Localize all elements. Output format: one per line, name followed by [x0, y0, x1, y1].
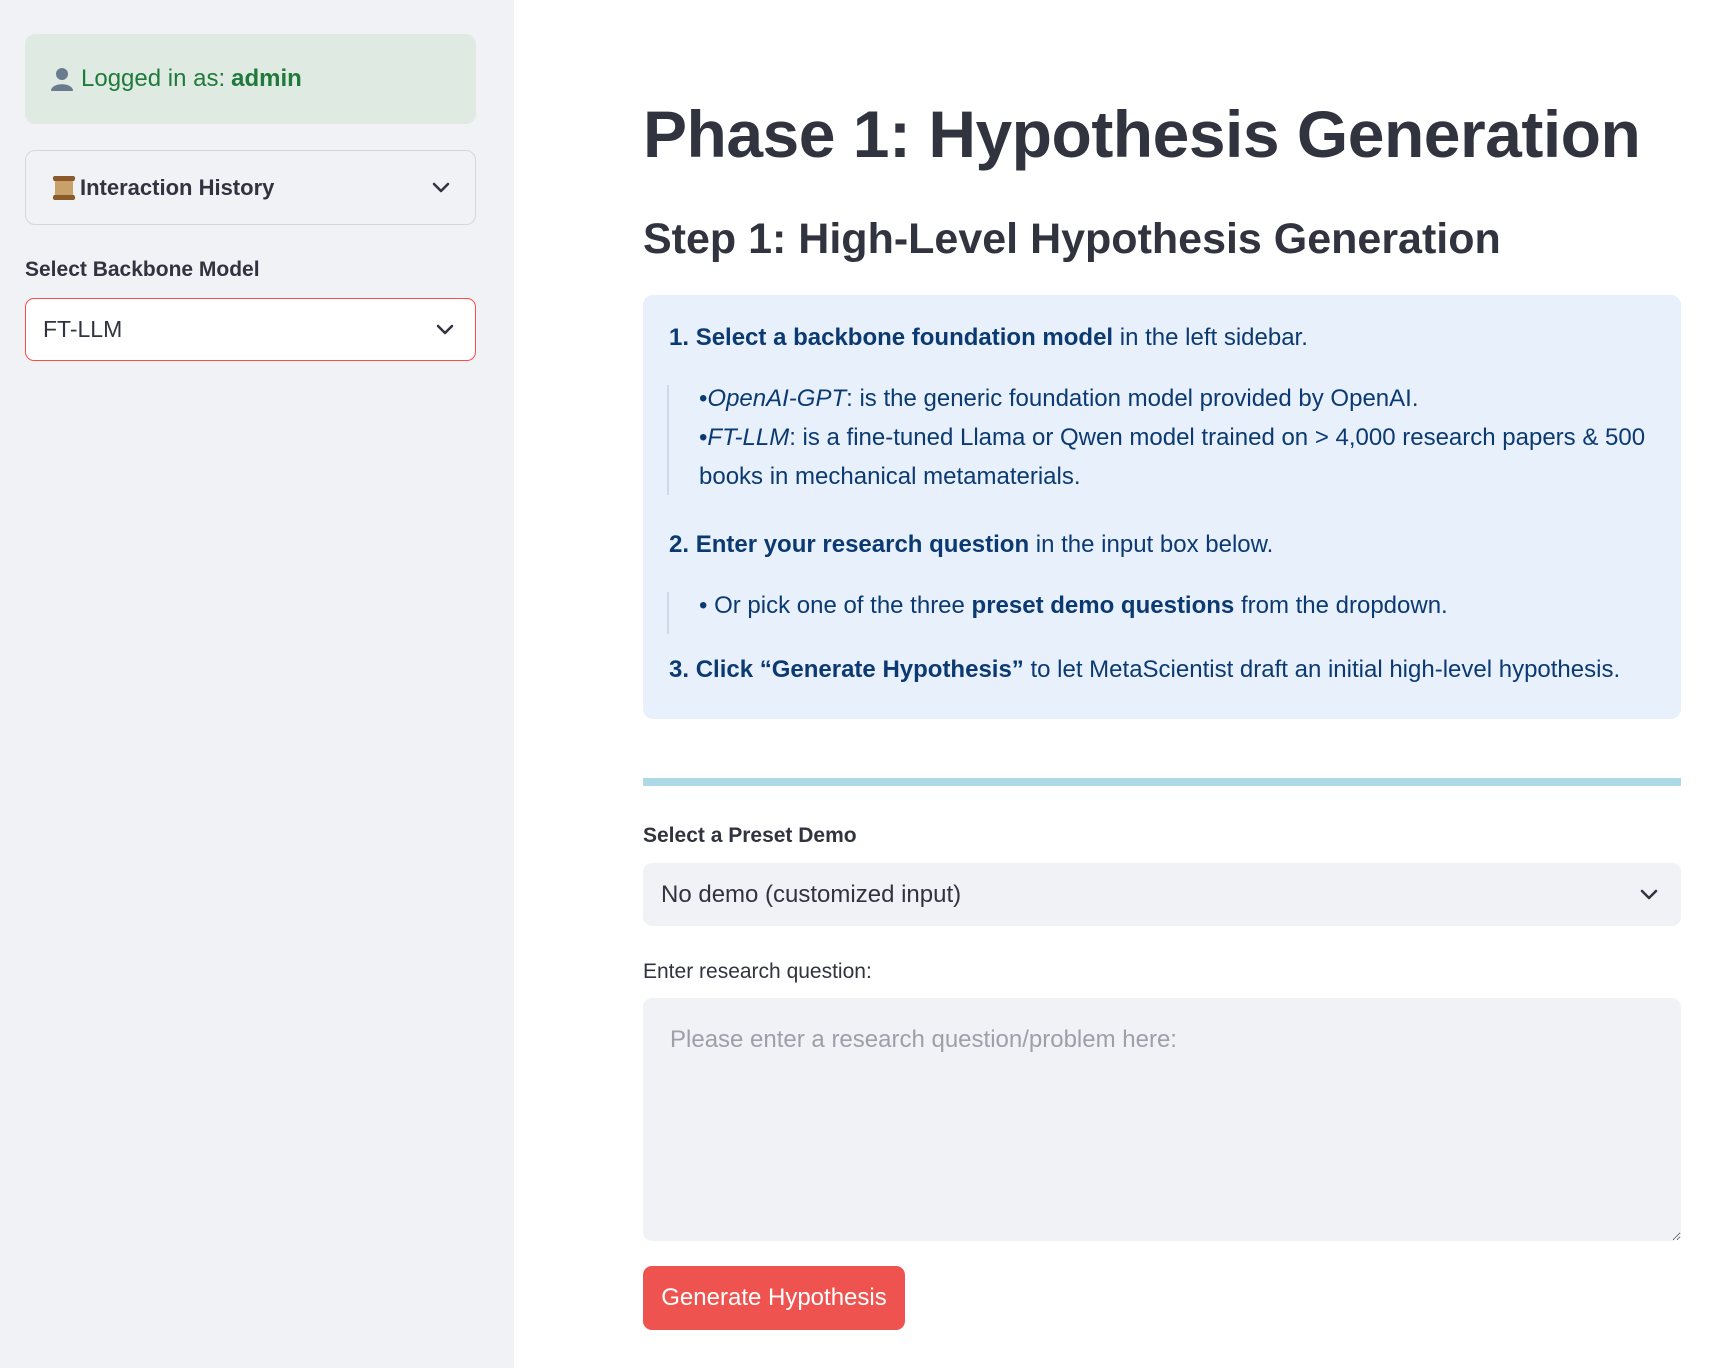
instruction-step-3: 3. Click “Generate Hypothesis” to let Me… — [669, 656, 1621, 683]
page-title: Phase 1: Hypothesis Generation — [643, 97, 1641, 171]
chevron-down-icon[interactable] — [435, 323, 455, 337]
instruction-step-1: 1. Select a backbone foundation model in… — [669, 324, 1308, 351]
backbone-model-label: Select Backbone Model — [25, 258, 260, 281]
login-username: admin — [231, 65, 302, 92]
instruction-step-1-bullet-2: •FT-LLM: is a fine-tuned Llama or Qwen m… — [699, 424, 1646, 451]
scroll-icon — [52, 175, 76, 201]
chevron-down-icon[interactable] — [431, 181, 451, 195]
instructions-info-box: 1. Select a backbone foundation model in… — [643, 295, 1681, 719]
interaction-history-label: Interaction History — [80, 174, 275, 200]
instruction-step-1-bullet-1: •OpenAI-GPT: is the generic foundation m… — [699, 385, 1419, 412]
section-divider — [643, 778, 1681, 786]
instruction-step-2-bullet-1: • Or pick one of the three preset demo q… — [699, 592, 1448, 619]
instruction-step-1-sublist: •OpenAI-GPT: is the generic foundation m… — [667, 385, 1645, 495]
preset-demo-value: No demo (customized input) — [661, 880, 962, 908]
interaction-history-expander[interactable]: Interaction History — [25, 150, 476, 225]
page-subtitle: Step 1: High-Level Hypothesis Generation — [643, 215, 1501, 263]
instruction-step-2: 2. Enter your research question in the i… — [669, 531, 1274, 558]
backbone-model-select[interactable]: FT-LLM — [25, 298, 476, 361]
login-status-alert: Logged in as: admin — [25, 34, 476, 124]
research-question-label: Enter research question: — [643, 960, 872, 983]
preset-demo-select[interactable]: No demo (customized input) — [643, 863, 1681, 926]
sidebar: Logged in as: admin Interaction History … — [0, 0, 514, 1368]
login-prefix: Logged in as: — [81, 65, 226, 92]
instruction-step-2-sublist: • Or pick one of the three preset demo q… — [667, 592, 1448, 634]
research-question-input[interactable] — [643, 998, 1681, 1241]
preset-demo-label: Select a Preset Demo — [643, 824, 857, 847]
instruction-step-1-bullet-2-cont: books in mechanical metamaterials. — [699, 463, 1081, 490]
generate-hypothesis-button[interactable]: Generate Hypothesis — [643, 1266, 905, 1330]
chevron-down-icon[interactable] — [1639, 888, 1659, 902]
user-icon — [49, 66, 75, 92]
backbone-model-value: FT-LLM — [43, 316, 123, 342]
